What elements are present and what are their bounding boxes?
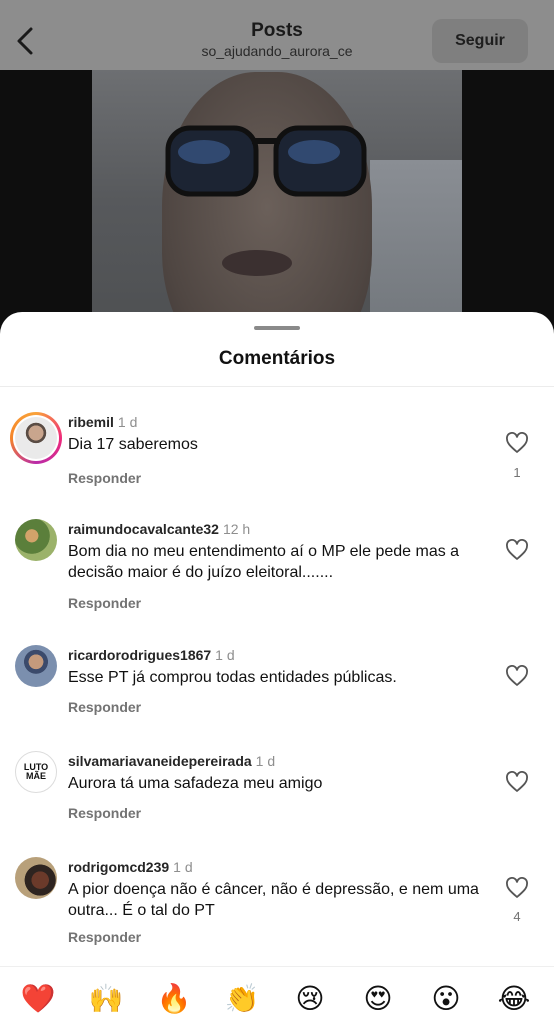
emoji-raised-hands-button[interactable]: 🙌 [88, 981, 124, 1017]
reply-button[interactable]: Responder [68, 699, 141, 715]
comments-sheet: Comentários ribemil 1 d Dia 17 saberemos … [0, 312, 554, 1024]
like-button[interactable] [505, 432, 529, 454]
avatar[interactable] [15, 645, 57, 687]
emoji-heart-eyes-button[interactable]: 😍 [360, 981, 396, 1017]
comment-text: Dia 17 saberemos [68, 436, 198, 453]
comment-meta: rodrigomcd239 1 d [68, 859, 193, 875]
heart-icon [506, 877, 528, 898]
emoji-laughing-button[interactable]: 😂 [496, 981, 532, 1017]
avatar[interactable]: LUTO MÃE [15, 751, 57, 793]
comment-username[interactable]: raimundocavalcante32 [68, 521, 219, 537]
emoji-crying-button[interactable]: 😢 [292, 981, 328, 1017]
comment-username[interactable]: silvamariavaneidepereirada [68, 753, 252, 769]
like-button[interactable] [505, 665, 529, 687]
like-button[interactable] [505, 539, 529, 561]
person-mouth [222, 250, 292, 276]
top-header: Posts so_ajudando_aurora_ce Seguir [0, 0, 554, 70]
emoji-heart-button[interactable]: ❤️ [20, 981, 56, 1017]
sunglasses-graphic [165, 125, 367, 197]
heart-icon [506, 432, 528, 453]
heart-icon [506, 539, 528, 560]
comment-meta: silvamariavaneidepereirada 1 d [68, 753, 275, 769]
follow-button[interactable]: Seguir [432, 19, 528, 63]
sheet-grabber[interactable] [254, 326, 300, 330]
heart-icon [506, 771, 528, 792]
comment-text: Esse PT já comprou todas entidades públi… [68, 669, 397, 686]
reply-button[interactable]: Responder [68, 929, 141, 945]
like-button[interactable] [505, 771, 529, 793]
comment-text: Aurora tá uma safadeza meu amigo [68, 775, 323, 792]
emoji-surprised-button[interactable]: 😮 [428, 981, 464, 1017]
comments-title: Comentários [218, 348, 336, 369]
comment-username[interactable]: ribemil [68, 414, 114, 430]
reply-button[interactable]: Responder [68, 470, 141, 486]
reply-button[interactable]: Responder [68, 595, 141, 611]
emoji-reaction-bar: ❤️ 🙌 🔥 👏 😢 😍 😮 😂 [0, 966, 554, 1024]
emoji-clap-button[interactable]: 👏 [224, 981, 260, 1017]
avatar[interactable] [15, 519, 57, 561]
comment-time: 1 d [173, 859, 193, 875]
avatar[interactable] [15, 857, 57, 899]
comment-meta: ribemil 1 d [68, 414, 137, 430]
comment-time: 12 h [222, 521, 251, 537]
divider [0, 386, 554, 387]
like-count: 4 [513, 909, 521, 924]
comment-time: 1 d [255, 753, 276, 769]
emoji-fire-button[interactable]: 🔥 [156, 981, 192, 1017]
comment-meta: ricardorodrigues1867 1 d [68, 647, 235, 663]
comment-meta: raimundocavalcante32 12 h [68, 521, 250, 537]
comment-time: 1 d [215, 647, 235, 663]
avatar-story-ring[interactable] [10, 412, 62, 464]
comment-username[interactable]: rodrigomcd239 [68, 859, 169, 875]
comment-time: 1 d [117, 414, 138, 430]
like-button[interactable] [505, 877, 529, 899]
like-count: 1 [513, 465, 521, 480]
heart-icon [506, 665, 528, 686]
avatar-text: MÃE [26, 771, 46, 781]
comment-text: Bom dia no meu entendimento aí o MP ele … [68, 543, 460, 581]
avatar [15, 417, 57, 459]
comment-text: A pior doença não é câncer, não é depres… [68, 881, 479, 919]
comment-username[interactable]: ricardorodrigues1867 [68, 647, 211, 663]
reply-button[interactable]: Responder [68, 805, 141, 821]
